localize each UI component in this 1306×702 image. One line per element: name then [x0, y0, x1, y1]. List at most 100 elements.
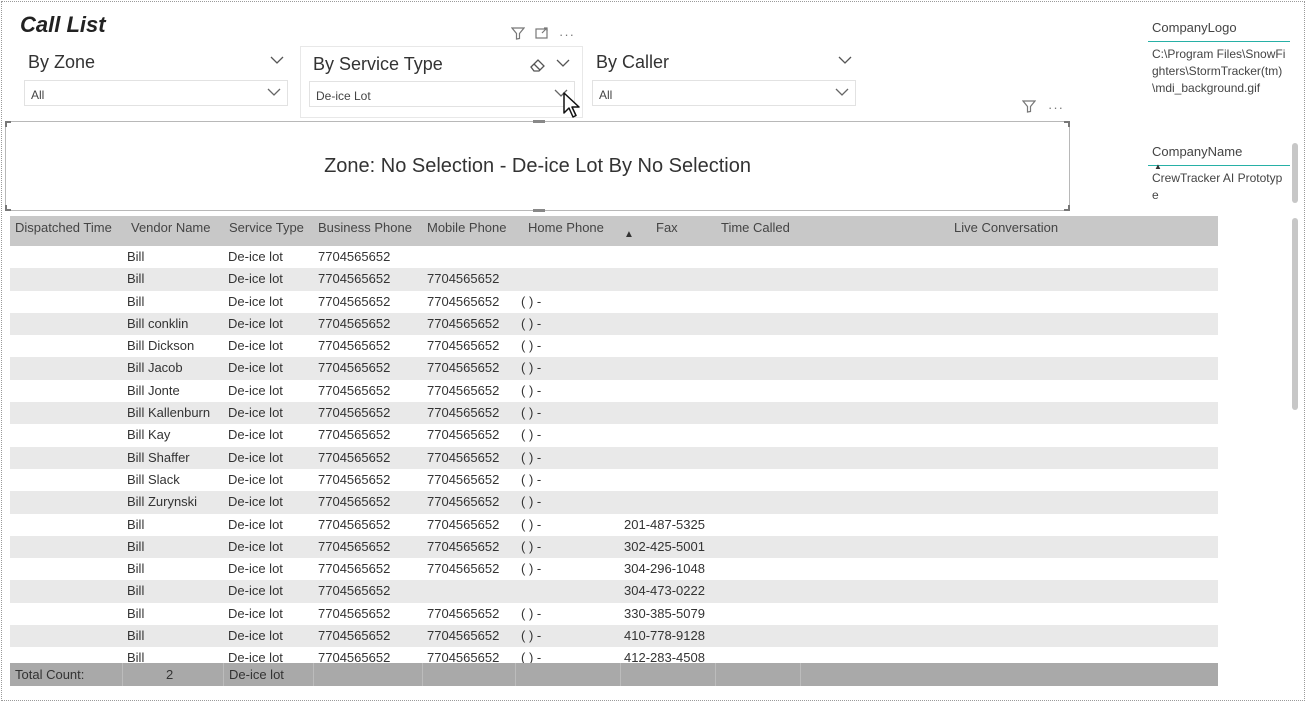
- table-row[interactable]: Bill Kallenburn De-ice lot 7704565652 77045…: [10, 402, 1218, 425]
- zone-slicer: By Zone All: [20, 46, 292, 118]
- vendor-name-cell: Bill: [127, 271, 145, 287]
- business-phone-cell: 7704565652: [318, 382, 391, 398]
- service-type-cell: De-ice lot: [228, 605, 283, 621]
- service-type-slicer: By Service Type De-ice Lot: [300, 46, 583, 118]
- mobile-phone-cell: 7704565652: [427, 605, 500, 621]
- business-phone-cell: 7704565652: [318, 538, 391, 554]
- service-type-cell: De-ice lot: [228, 315, 283, 331]
- resize-handle[interactable]: [1064, 205, 1070, 211]
- company-logo-header[interactable]: CompanyLogo: [1148, 20, 1290, 35]
- table-row[interactable]: Bill De-ice lot 7704565652 7704565652 ( ) - 3…: [10, 535, 1218, 559]
- side-panel-scrollbar[interactable]: [1292, 218, 1298, 410]
- column-header-live-conversation[interactable]: Live Conversation: [954, 220, 1058, 235]
- vendor-name-cell: Bill Kay: [127, 427, 171, 443]
- mobile-phone-cell: 7704565652: [427, 271, 500, 287]
- table-header: Dispatched Time Vendor Name Service Type…: [10, 216, 1218, 246]
- fax-cell: 330-385-5079: [624, 605, 705, 621]
- table-row[interactable]: Bill De-ice lot 7704565652 7704565652 ( ) -: [10, 291, 1218, 313]
- service-type-cell: De-ice lot: [228, 249, 283, 264]
- vendor-name-cell: Bill Slack: [127, 471, 180, 487]
- sort-ascending-icon[interactable]: ▲: [1154, 162, 1162, 171]
- mobile-phone-cell: 7704565652: [427, 494, 500, 510]
- service-type-dropdown[interactable]: De-ice Lot: [309, 81, 575, 107]
- selection-card[interactable]: Zone: No Selection - De-ice Lot By No Se…: [5, 120, 1070, 212]
- business-phone-cell: 7704565652: [318, 650, 391, 663]
- chevron-down-icon[interactable]: [270, 52, 284, 68]
- vendor-name-cell: Bill Jonte: [127, 382, 180, 398]
- zone-dropdown-value: All: [31, 88, 45, 102]
- resize-handle[interactable]: [5, 205, 11, 211]
- column-header-time-called[interactable]: Time Called: [721, 220, 790, 235]
- table-row[interactable]: Bill Dickson De-ice lot 7704565652 77045656…: [10, 335, 1218, 357]
- service-type-dropdown-value: De-ice Lot: [316, 89, 371, 103]
- chevron-down-icon[interactable]: [556, 55, 570, 71]
- mobile-phone-cell: 7704565652: [427, 538, 500, 554]
- business-phone-cell: 7704565652: [318, 449, 391, 465]
- column-header-fax[interactable]: Fax: [656, 220, 678, 235]
- total-count-value: 2: [166, 667, 174, 682]
- business-phone-cell: 7704565652: [318, 338, 391, 354]
- table-row[interactable]: Bill Kay De-ice lot 7704565652 7704565652 ( …: [10, 424, 1218, 446]
- mobile-phone-cell: 7704565652: [427, 405, 500, 421]
- table-row[interactable]: Bill De-ice lot 7704565652 7704565652: [10, 268, 1218, 291]
- chevron-down-icon[interactable]: [838, 52, 852, 68]
- filter-icon[interactable]: [1021, 100, 1037, 116]
- resize-handle[interactable]: [5, 121, 11, 127]
- selection-card-text: Zone: No Selection - De-ice Lot By No Se…: [324, 155, 751, 177]
- column-header-home-phone[interactable]: Home Phone: [528, 220, 604, 235]
- company-name-header[interactable]: CompanyName: [1148, 144, 1290, 159]
- home-phone-cell: ( ) -: [521, 427, 542, 443]
- more-options-icon[interactable]: ···: [1048, 100, 1064, 116]
- column-header-mobile-phone[interactable]: Mobile Phone: [427, 220, 507, 235]
- fax-cell: 410-778-9128: [624, 628, 705, 644]
- mobile-phone-cell: 7704565652: [427, 315, 500, 331]
- table-row[interactable]: Bill Slack De-ice lot 7704565652 7704565652…: [10, 469, 1218, 491]
- business-phone-cell: 7704565652: [318, 628, 391, 644]
- table-row[interactable]: Bill Jacob De-ice lot 7704565652 7704565652…: [10, 357, 1218, 380]
- column-header-service-type[interactable]: Service Type: [229, 220, 304, 235]
- slicer-visual-header: ···: [510, 27, 575, 43]
- table-row[interactable]: Bill conklin De-ice lot 7704565652 77045656…: [10, 312, 1218, 336]
- resize-handle[interactable]: [533, 209, 545, 212]
- eraser-icon[interactable]: [529, 57, 547, 77]
- total-service-type: De-ice lot: [229, 667, 284, 682]
- column-header-vendor-name[interactable]: Vendor Name: [131, 220, 211, 235]
- table-row[interactable]: Bill De-ice lot 7704565652 7704565652 ( ) - 4…: [10, 625, 1218, 648]
- home-phone-cell: ( ) -: [521, 538, 542, 554]
- table-row[interactable]: Bill De-ice lot 7704565652 7704565652 ( ) - 3…: [10, 558, 1218, 580]
- column-header-business-phone[interactable]: Business Phone: [318, 220, 412, 235]
- table-row[interactable]: Bill Shaffer De-ice lot 7704565652 77045656…: [10, 446, 1218, 469]
- resize-handle[interactable]: [533, 120, 545, 123]
- home-phone-cell: ( ) -: [521, 494, 542, 510]
- vendor-name-cell: Bill Zurynski: [127, 494, 198, 510]
- table-row[interactable]: Bill De-ice lot 7704565652: [10, 246, 1218, 268]
- caller-dropdown[interactable]: All: [592, 80, 856, 106]
- zone-dropdown[interactable]: All: [24, 80, 288, 106]
- caller-dropdown-value: All: [599, 88, 613, 102]
- table-row[interactable]: Bill Zurynski De-ice lot 7704565652 7704565…: [10, 491, 1218, 514]
- service-type-slicer-title: By Service Type: [313, 54, 443, 74]
- side-panel-scrollbar[interactable]: [1292, 143, 1298, 203]
- table-row[interactable]: Bill Jonte De-ice lot 7704565652 7704565652…: [10, 380, 1218, 402]
- sort-ascending-icon[interactable]: ▲: [624, 229, 634, 240]
- table-row[interactable]: Bill De-ice lot 7704565652 7704565652 ( ) - 4…: [10, 647, 1218, 663]
- more-options-icon[interactable]: ···: [559, 27, 575, 43]
- table-row[interactable]: Bill De-ice lot 7704565652 7704565652 ( ) - 2…: [10, 514, 1218, 536]
- page-title: Call List: [20, 12, 106, 37]
- focus-mode-icon[interactable]: [535, 27, 549, 43]
- service-type-cell: De-ice lot: [228, 271, 283, 287]
- home-phone-cell: ( ) -: [521, 293, 542, 309]
- table-row[interactable]: Bill De-ice lot 7704565652 7704565652 ( ) - 3…: [10, 603, 1218, 625]
- column-header-dispatched-time[interactable]: Dispatched Time: [15, 220, 112, 235]
- table-row[interactable]: Bill De-ice lot 7704565652 304-473-0222: [10, 580, 1218, 603]
- filter-icon[interactable]: [510, 27, 526, 43]
- fax-cell: 412-283-4508: [624, 650, 705, 663]
- fax-cell: 201-487-5325: [624, 516, 705, 532]
- service-type-cell: De-ice lot: [228, 427, 283, 443]
- vendor-name-cell: Bill: [127, 516, 145, 532]
- resize-handle[interactable]: [1064, 121, 1070, 127]
- vendor-name-cell: Bill: [127, 628, 145, 644]
- business-phone-cell: 7704565652: [318, 427, 391, 443]
- service-type-cell: De-ice lot: [228, 538, 283, 554]
- vendor-name-cell: Bill Dickson: [127, 338, 195, 354]
